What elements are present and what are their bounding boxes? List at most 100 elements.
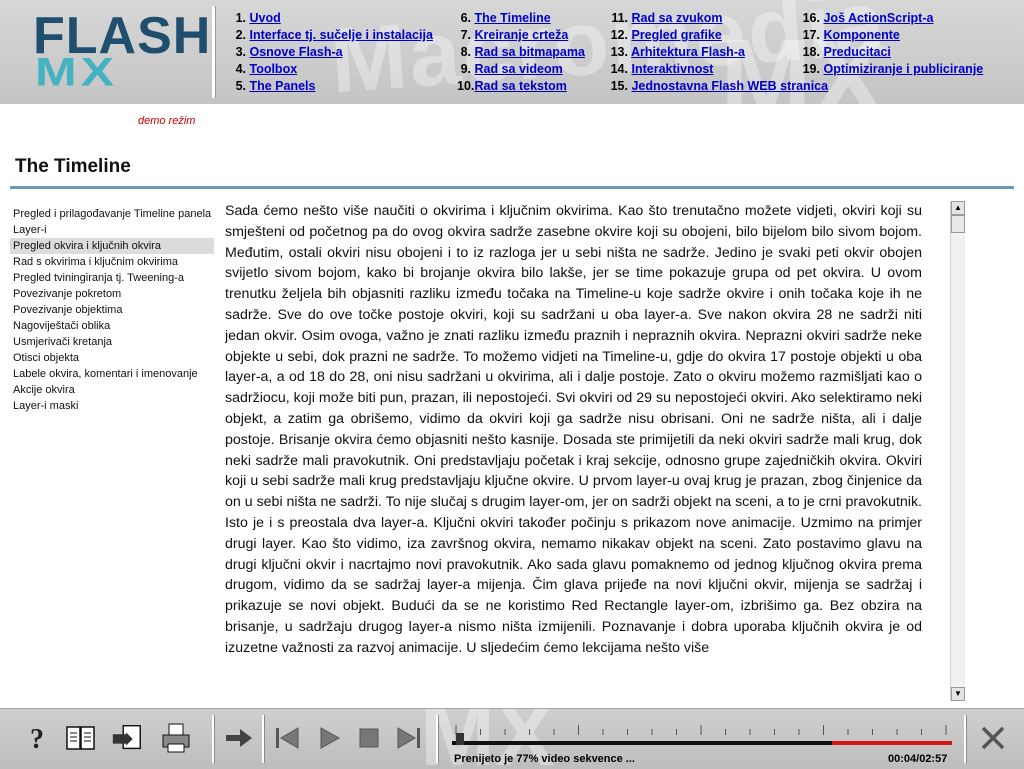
nav-link[interactable]: Još ActionScript-a: [823, 11, 933, 25]
nav-link[interactable]: The Panels: [249, 79, 315, 93]
header-bar: Macromedia MX FLASH MX 1. Uvod 2. Interfa…: [0, 0, 1024, 104]
nav-link[interactable]: Rad sa zvukom: [631, 11, 722, 25]
scroll-down-button[interactable]: ▼: [951, 687, 965, 701]
nav-item: 8. Rad sa bitmapama: [457, 44, 585, 61]
topic-item[interactable]: Nagoviještači oblika: [10, 318, 214, 334]
topic-item[interactable]: Pregled tviningiranja tj. Tweening-a: [10, 270, 214, 286]
nav-link[interactable]: Interaktivnost: [631, 62, 713, 76]
topic-item[interactable]: Otisci objekta: [10, 350, 214, 366]
nav-link[interactable]: Pregled grafike: [631, 28, 721, 42]
svg-text:?: ?: [30, 724, 44, 754]
last-icon[interactable]: [392, 721, 426, 755]
nav-item-number: 8.: [460, 45, 471, 59]
nav-item: 10. Rad sa tekstom: [457, 78, 585, 95]
topic-item[interactable]: Layer-i: [10, 222, 214, 238]
page-title: The Timeline: [15, 156, 131, 177]
toolbar-separator: [964, 715, 967, 763]
nav-link[interactable]: Optimiziranje i publiciranje: [823, 62, 983, 76]
topic-item[interactable]: Layer-i maski: [10, 398, 214, 414]
stop-icon[interactable]: [352, 721, 386, 755]
scrollbar[interactable]: ▲ ▼: [950, 201, 965, 701]
scroll-up-button[interactable]: ▲: [951, 201, 965, 215]
player-toolbar: MX ? Prenijeto je 77% video sekvence ...…: [0, 708, 1024, 769]
topic-item[interactable]: Usmjerivači kretanja: [10, 334, 214, 350]
topic-item[interactable]: Pregled okvira i ključnih okvira: [10, 238, 214, 254]
nav-column-1: 1. Uvod 2. Interface tj. sučelje i instal…: [232, 10, 433, 95]
logo-mx-text: MX: [35, 49, 118, 95]
nav-item-number: 15.: [610, 79, 628, 93]
nav-item-number: 11.: [611, 11, 628, 25]
nav-item-number: 5.: [235, 79, 246, 93]
nav-item: 18. Preducitaci: [800, 44, 983, 61]
nav-item: 6. The Timeline: [457, 10, 585, 27]
nav-column-3: 11. Rad sa zvukom 12. Pregled grafike 13. …: [608, 10, 828, 95]
help-icon[interactable]: ?: [20, 721, 54, 755]
nav-item: 9. Rad sa videom: [457, 61, 585, 78]
video-timeline[interactable]: Prenijeto je 77% video sekvence ... 00:0…: [448, 715, 958, 765]
print-icon[interactable]: [160, 721, 194, 755]
nav-link[interactable]: The Timeline: [474, 11, 550, 25]
nav-link[interactable]: Interface tj. sučelje i instalacija: [249, 28, 432, 42]
topic-item[interactable]: Povezivanje pokretom: [10, 286, 214, 302]
topic-item[interactable]: Labele okvira, komentari i imenovanje: [10, 366, 214, 382]
scroll-thumb[interactable]: [951, 215, 965, 233]
nav-link[interactable]: Jednostavna Flash WEB stranica: [631, 79, 828, 93]
toolbar-separator: [262, 715, 265, 763]
export-icon[interactable]: [110, 721, 144, 755]
nav-link[interactable]: Osnove Flash-a: [249, 45, 342, 59]
nav-item-number: 7.: [460, 28, 471, 42]
nav-column-4: 16. Još ActionScript-a 17. Komponente 18. …: [800, 10, 984, 78]
toolbar-separator: [436, 715, 439, 763]
flash-mx-logo: FLASH MX: [0, 0, 212, 104]
nav-item: 19. Optimiziranje i publiciranje: [800, 61, 984, 78]
book-icon[interactable]: [64, 721, 98, 755]
timeline-ticks: [455, 725, 947, 735]
next-icon[interactable]: [222, 721, 256, 755]
nav-item-number: 4.: [235, 62, 246, 76]
nav-item-number: 10.: [457, 79, 475, 93]
nav-link[interactable]: Kreiranje crteža: [474, 28, 568, 42]
topic-item[interactable]: Akcije okvira: [10, 382, 214, 398]
lesson-text: Sada ćemo nešto više naučiti o okvirima …: [225, 203, 922, 656]
nav-item: 1. Uvod: [232, 10, 433, 27]
nav-item: 15. Jednostavna Flash WEB stranica: [608, 78, 828, 95]
nav-item: 7. Kreiranje crteža: [457, 27, 585, 44]
nav-link[interactable]: Rad sa bitmapama: [474, 45, 584, 59]
nav-item-number: 18.: [802, 45, 820, 59]
nav-item-number: 9.: [460, 62, 471, 76]
nav-link[interactable]: Komponente: [823, 28, 899, 42]
nav-item: 4. Toolbox: [232, 61, 433, 78]
header-divider: [212, 6, 216, 98]
nav-item: 2. Interface tj. sučelje i instalacija: [232, 27, 433, 44]
nav-item: 5. The Panels: [232, 78, 433, 95]
first-icon[interactable]: [270, 721, 304, 755]
nav-item-number: 12.: [610, 28, 628, 42]
nav-column-2: 6. The Timeline 7. Kreiranje crteža 8. Rad…: [457, 10, 585, 95]
play-icon[interactable]: [312, 721, 346, 755]
nav-item: 14. Interaktivnost: [608, 61, 828, 78]
nav-link[interactable]: Rad sa tekstom: [474, 79, 566, 93]
nav-item-number: 17.: [802, 28, 820, 42]
nav-item: 17. Komponente: [800, 27, 983, 44]
close-icon[interactable]: [976, 721, 1010, 755]
nav-item: 13. Arhitektura Flash-a: [608, 44, 828, 61]
timeline-loaded-indicator: [832, 741, 952, 745]
timeline-playhead[interactable]: [456, 733, 464, 745]
nav-link[interactable]: Toolbox: [249, 62, 297, 76]
nav-link[interactable]: Preducitaci: [823, 45, 890, 59]
topic-item[interactable]: Rad s okvirima i ključnim okvirima: [10, 254, 214, 270]
nav-item-number: 3.: [235, 45, 246, 59]
nav-item-number: 13.: [610, 45, 628, 59]
nav-link[interactable]: Arhitektura Flash-a: [631, 45, 745, 59]
nav-link[interactable]: Uvod: [249, 11, 280, 25]
topic-item[interactable]: Pregled i prilagođavanje Timeline panela: [10, 206, 214, 222]
nav-item: 16. Još ActionScript-a: [800, 10, 983, 27]
topic-item[interactable]: Povezivanje objektima: [10, 302, 214, 318]
content-panel: demo režim The Timeline Pregled i prilag…: [10, 106, 1014, 707]
nav-item-number: 6.: [460, 11, 471, 25]
nav-item: 12. Pregled grafike: [608, 27, 828, 44]
time-readout: 00:04/02:57: [888, 753, 948, 765]
toolbar-separator: [212, 715, 215, 763]
topic-list: Pregled i prilagođavanje Timeline panela…: [10, 206, 214, 414]
nav-link[interactable]: Rad sa videom: [474, 62, 562, 76]
